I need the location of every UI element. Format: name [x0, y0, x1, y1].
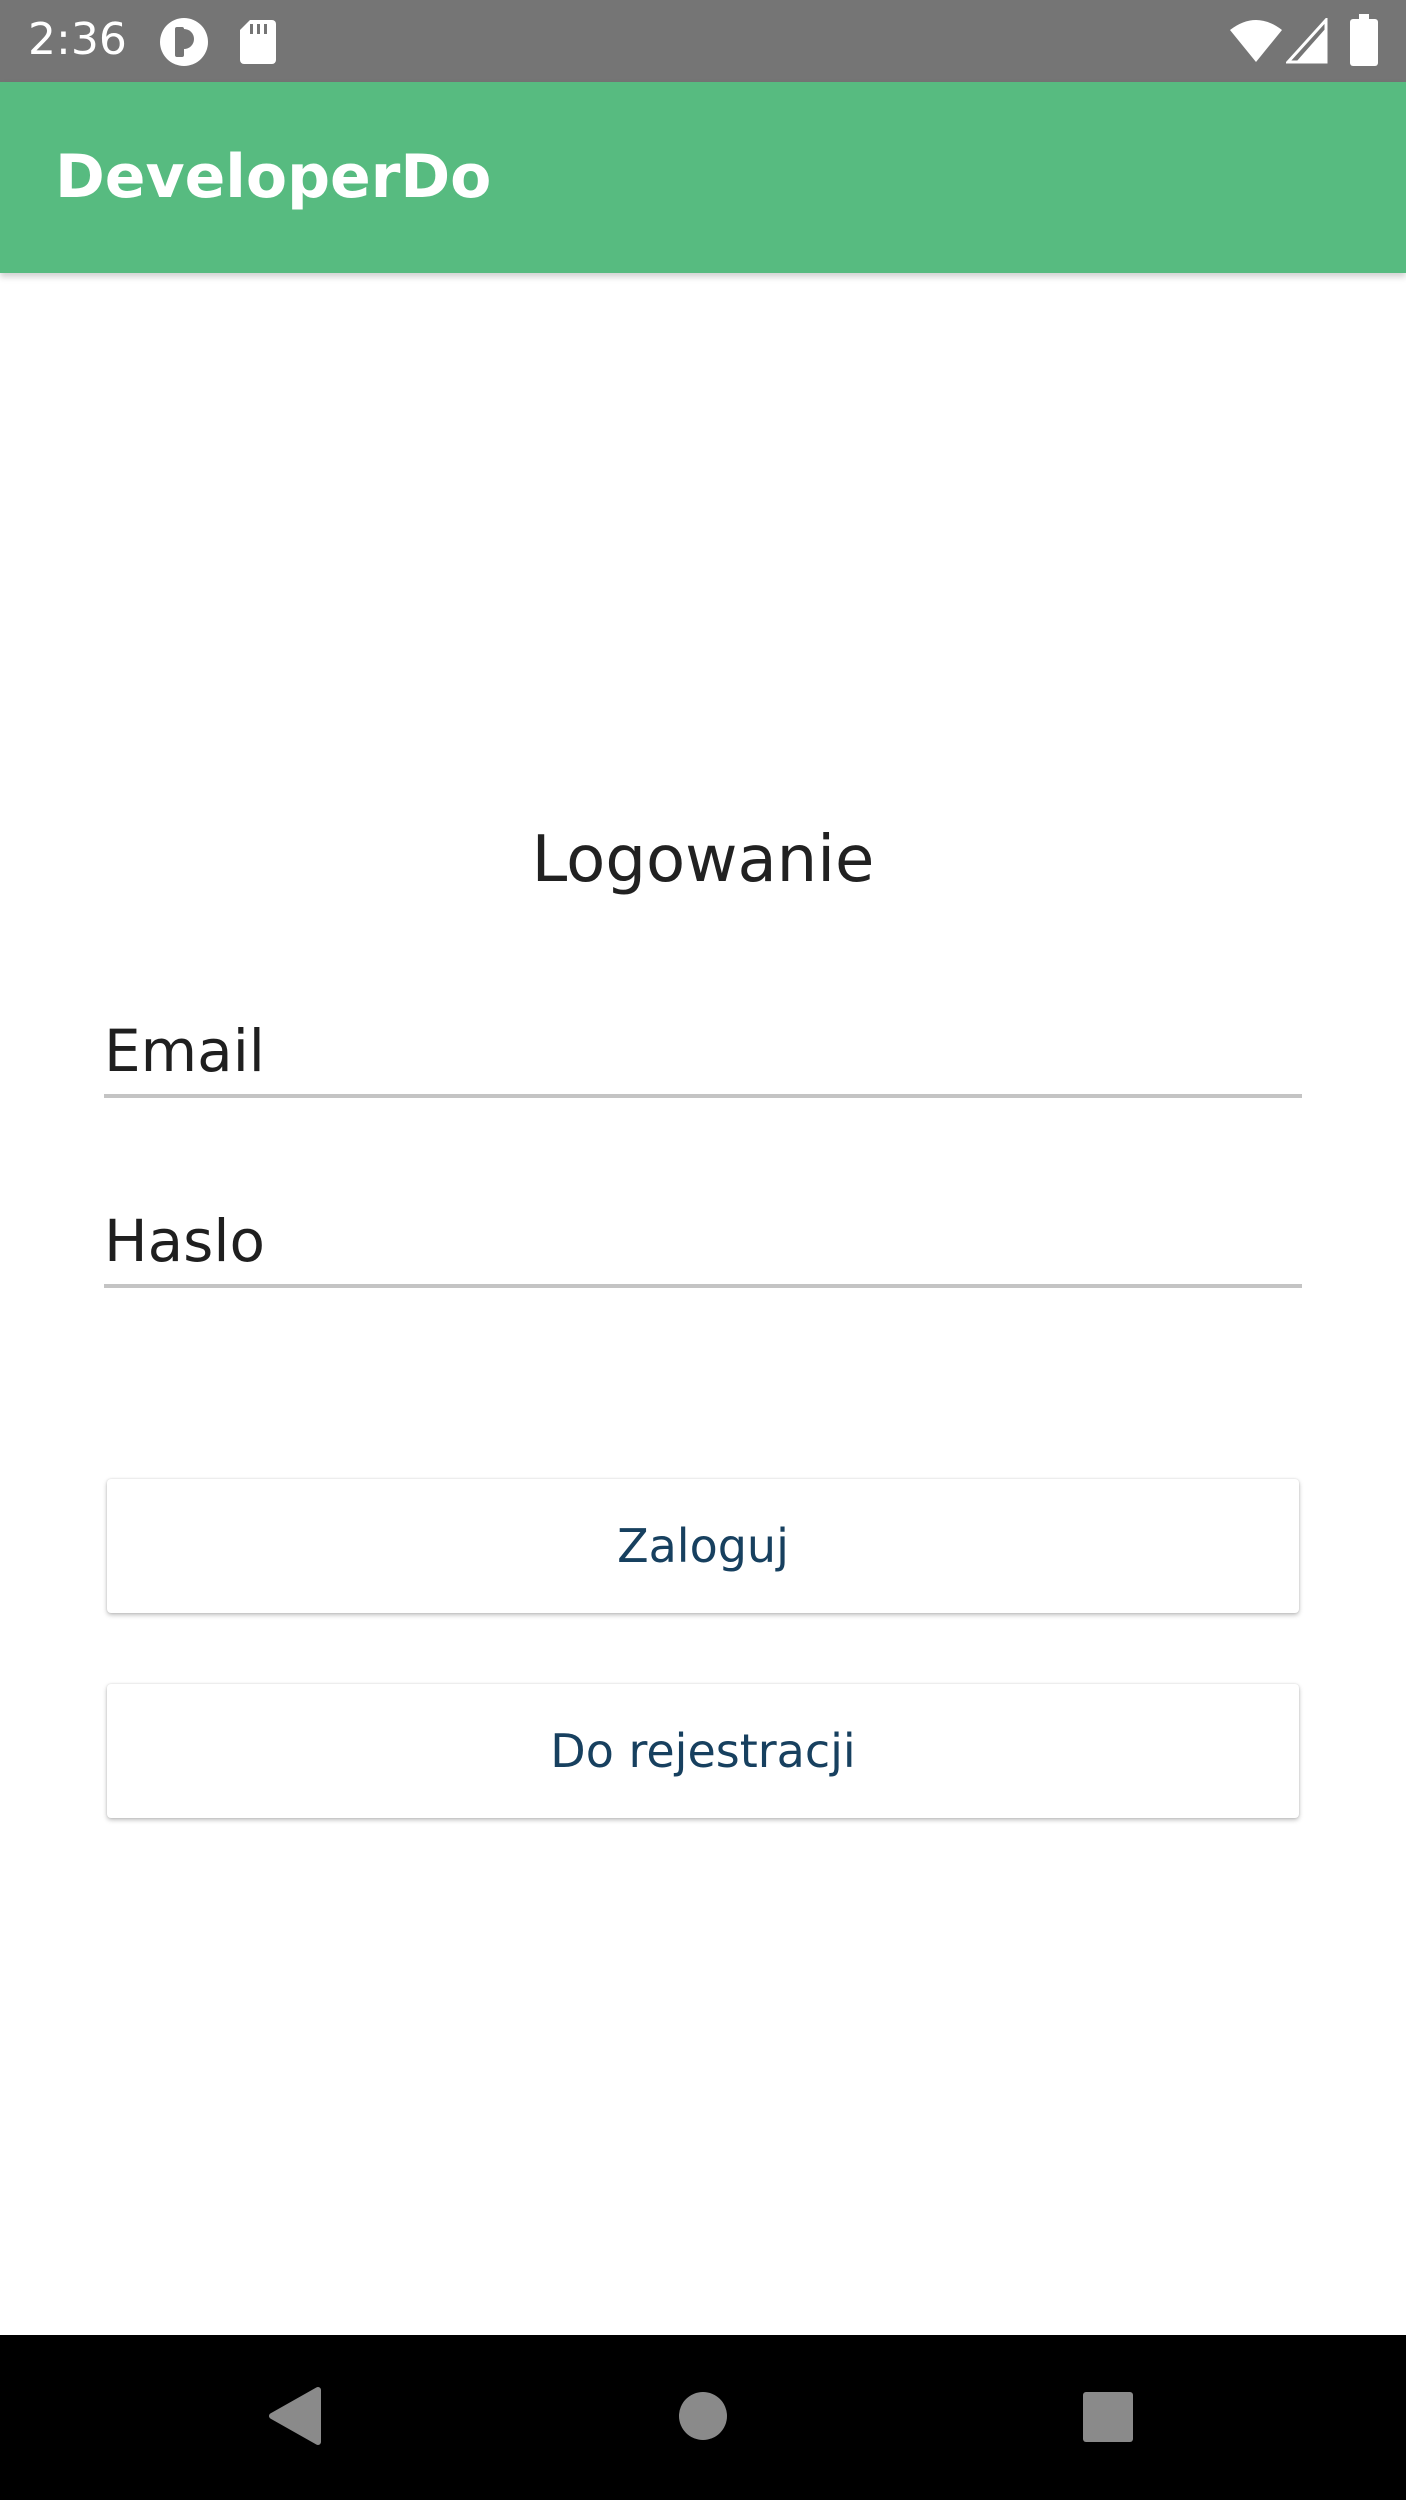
- page-title: Logowanie: [531, 823, 875, 897]
- email-field-container: [104, 1008, 1302, 1098]
- status-bar: 2:36: [0, 0, 1406, 82]
- password-field[interactable]: [104, 1198, 1302, 1284]
- recents-icon[interactable]: [1082, 2391, 1134, 2443]
- status-time: 2:36: [28, 14, 127, 65]
- app-title: DeveloperDo: [55, 142, 492, 212]
- wifi-icon: [1230, 20, 1282, 62]
- login-button[interactable]: Zaloguj: [107, 1479, 1299, 1613]
- email-field[interactable]: [104, 1008, 1302, 1094]
- cellular-signal-icon: [1286, 18, 1328, 64]
- back-icon[interactable]: [266, 2386, 322, 2446]
- home-icon[interactable]: [678, 2391, 728, 2441]
- battery-icon: [1350, 14, 1378, 66]
- app-notification-icon: [160, 18, 208, 66]
- login-screen: 2:36 DeveloperDo Logowanie Email Zaloguj…: [0, 0, 1406, 2500]
- sd-card-icon: [240, 20, 276, 64]
- register-button[interactable]: Do rejestracji: [107, 1684, 1299, 1818]
- app-bar: DeveloperDo: [0, 82, 1406, 273]
- navigation-bar: [0, 2335, 1406, 2500]
- password-field-container: [104, 1198, 1302, 1288]
